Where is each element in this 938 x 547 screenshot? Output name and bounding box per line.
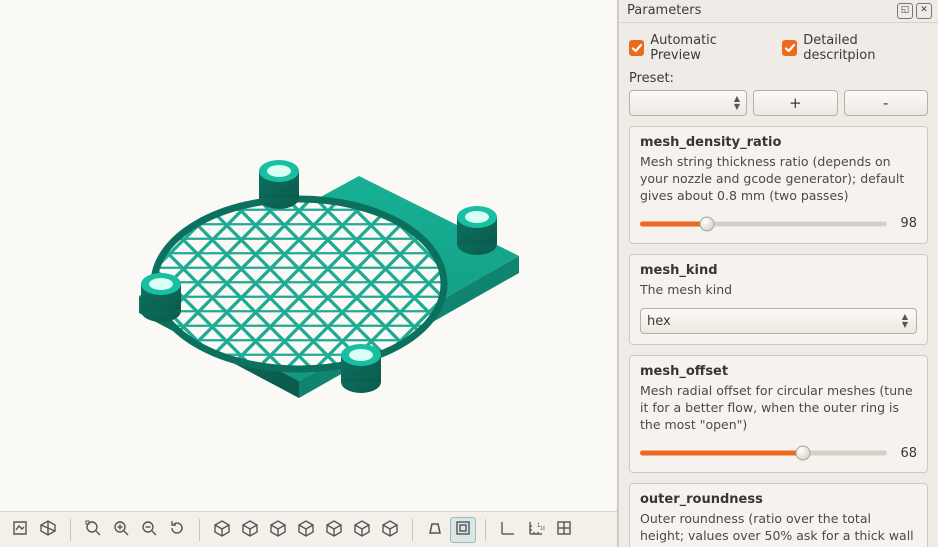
- checkbox-label: Detailed descritpion: [803, 33, 928, 63]
- render-button[interactable]: [35, 517, 61, 543]
- param-value: 68: [895, 446, 917, 461]
- param-description: Mesh string thickness ratio (depends on …: [640, 154, 917, 205]
- preset-remove-button[interactable]: -: [844, 90, 929, 116]
- crosshair-button[interactable]: [551, 517, 577, 543]
- param-description: Mesh radial offset for circular meshes (…: [640, 383, 917, 434]
- param-outer_roundness: outer_roundness Outer roundness (ratio ov…: [629, 483, 928, 547]
- view-diag-button[interactable]: [377, 517, 403, 543]
- view-front-icon: [325, 519, 343, 540]
- panel-float-button[interactable]: ◱: [897, 3, 913, 19]
- axes-icon: [499, 519, 517, 540]
- view-top-button[interactable]: [237, 517, 263, 543]
- checkbox-label: Automatic Preview: [650, 33, 766, 63]
- param-value: 98: [895, 216, 917, 231]
- perspective-button[interactable]: [422, 517, 448, 543]
- panel-close-button[interactable]: ✕: [916, 3, 932, 19]
- view-diag-icon: [381, 519, 399, 540]
- param-mesh_density_ratio: mesh_density_ratio Mesh string thickness …: [629, 126, 928, 244]
- param-description: Outer roundness (ratio over the total he…: [640, 511, 917, 547]
- zoom-all-icon: [84, 519, 102, 540]
- view-front-button[interactable]: [321, 517, 347, 543]
- updown-icon: ▲▼: [731, 93, 743, 113]
- view-back-button[interactable]: [349, 517, 375, 543]
- view-top-icon: [241, 519, 259, 540]
- view-right-icon: [213, 519, 231, 540]
- reset-view-button[interactable]: [164, 517, 190, 543]
- updown-icon: ▲▼: [899, 311, 911, 331]
- checkbox-auto-preview[interactable]: Automatic Preview: [629, 33, 766, 63]
- param-name: outer_roundness: [640, 492, 917, 507]
- param-description: The mesh kind: [640, 282, 917, 299]
- param-slider-mesh_offset[interactable]: [640, 444, 887, 462]
- param-select-mesh_kind[interactable]: hex ▲▼: [640, 308, 917, 334]
- view-left-icon: [297, 519, 315, 540]
- render-icon: [39, 519, 57, 540]
- zoom-out-icon: [140, 519, 158, 540]
- panel-title: Parameters: [627, 3, 701, 18]
- axes-button[interactable]: [495, 517, 521, 543]
- perspective-icon: [426, 519, 444, 540]
- preset-label: Preset:: [629, 71, 928, 86]
- checkbox-detailed-desc[interactable]: Detailed descritpion: [782, 33, 928, 63]
- param-mesh_offset: mesh_offset Mesh radial offset for circul…: [629, 355, 928, 473]
- check-icon: [629, 40, 644, 56]
- view-toolbar: 110: [0, 511, 617, 547]
- view-bottom-icon: [269, 519, 287, 540]
- param-slider-mesh_density_ratio[interactable]: [640, 215, 887, 233]
- view-right-button[interactable]: [209, 517, 235, 543]
- preview-icon: [11, 519, 29, 540]
- 3d-canvas[interactable]: [0, 0, 617, 511]
- zoom-all-button[interactable]: [80, 517, 106, 543]
- orthogonal-icon: [454, 519, 472, 540]
- panel-titlebar: Parameters ◱ ✕: [619, 0, 938, 23]
- scalemarkers-icon: 110: [527, 519, 545, 540]
- scalemarkers-button[interactable]: 110: [523, 517, 549, 543]
- viewport[interactable]: 110: [0, 0, 618, 547]
- zoom-in-button[interactable]: [108, 517, 134, 543]
- model-preview: [89, 86, 529, 426]
- view-bottom-button[interactable]: [265, 517, 291, 543]
- preset-combo[interactable]: ▲▼: [629, 90, 747, 116]
- param-name: mesh_offset: [640, 364, 917, 379]
- preview-button[interactable]: [7, 517, 33, 543]
- preset-add-button[interactable]: +: [753, 90, 838, 116]
- param-name: mesh_kind: [640, 263, 917, 278]
- view-left-button[interactable]: [293, 517, 319, 543]
- svg-text:10: 10: [540, 526, 545, 532]
- zoom-out-button[interactable]: [136, 517, 162, 543]
- parameters-panel: Parameters ◱ ✕ Automatic Preview Detaile…: [618, 0, 938, 547]
- param-name: mesh_density_ratio: [640, 135, 917, 150]
- crosshair-icon: [555, 519, 573, 540]
- orthogonal-button[interactable]: [450, 517, 476, 543]
- param-select-value: hex: [647, 314, 671, 329]
- zoom-in-icon: [112, 519, 130, 540]
- check-icon: [782, 40, 797, 56]
- reset-view-icon: [168, 519, 186, 540]
- param-mesh_kind: mesh_kind The mesh kind hex ▲▼: [629, 254, 928, 346]
- view-back-icon: [353, 519, 371, 540]
